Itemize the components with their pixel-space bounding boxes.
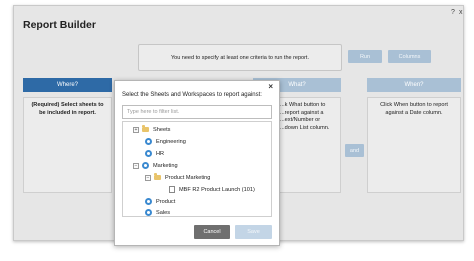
tree-item-label: MBF R2 Product Launch (101) xyxy=(179,186,255,193)
sheet-tree: + Sheets Engineering HR − Marketing − Pr… xyxy=(122,121,272,217)
tree-item-label: Sales xyxy=(156,209,170,216)
collapse-icon[interactable]: − xyxy=(133,162,139,169)
tree-item-engineering[interactable]: Engineering xyxy=(145,136,186,147)
cancel-button[interactable]: Cancel xyxy=(194,225,230,239)
tree-item-label: Engineering xyxy=(156,138,186,145)
tree-item-label: Sheets xyxy=(153,126,171,133)
tree-item-sales[interactable]: Sales xyxy=(145,207,170,216)
tree-item-mbf-r2-product-launch[interactable]: MBF R2 Product Launch (101) xyxy=(169,184,255,195)
columns-button[interactable]: Columns xyxy=(388,50,431,63)
sheet-icon xyxy=(169,186,175,193)
close-icon[interactable]: x xyxy=(459,9,463,16)
expand-icon[interactable]: + xyxy=(133,126,139,133)
tree-item-label: Marketing xyxy=(153,162,178,169)
criteria-notice: You need to specify at least one criteri… xyxy=(138,44,342,71)
select-sheets-dialog: × Select the Sheets and Workspaces to re… xyxy=(114,80,280,246)
folder-icon xyxy=(142,125,149,132)
where-criteria-box: (Required) Select sheets to be included … xyxy=(23,97,112,193)
filter-input[interactable] xyxy=(122,105,272,119)
help-icon[interactable]: ? xyxy=(451,9,455,16)
collapse-icon[interactable]: − xyxy=(145,174,151,181)
tree-item-label: Product Marketing xyxy=(165,174,211,181)
workspace-icon xyxy=(145,209,152,216)
workspace-icon xyxy=(142,162,149,169)
save-button[interactable]: Save xyxy=(235,225,272,239)
dialog-instruction: Select the Sheets and Workspaces to repo… xyxy=(122,92,262,98)
where-button[interactable]: Where? xyxy=(23,78,112,92)
tree-item-product-marketing[interactable]: − Product Marketing xyxy=(145,172,210,183)
tree-item-label: Product xyxy=(156,198,176,205)
tree-item-product[interactable]: Product xyxy=(145,196,175,207)
tree-item-sheets[interactable]: + Sheets xyxy=(133,124,170,135)
workspace-icon xyxy=(145,150,152,157)
workspace-icon xyxy=(145,138,152,145)
tree-item-hr[interactable]: HR xyxy=(145,148,164,159)
dialog-close-icon[interactable]: × xyxy=(268,82,273,91)
folder-icon xyxy=(154,173,161,180)
tree-item-label: HR xyxy=(156,150,165,157)
run-button[interactable]: Run xyxy=(348,50,382,63)
when-criteria-box: Click When button to report against a Da… xyxy=(367,97,461,193)
window-title: Report Builder xyxy=(23,19,96,31)
workspace-icon xyxy=(145,198,152,205)
and-button[interactable]: and xyxy=(345,144,364,157)
when-button[interactable]: When? xyxy=(367,78,461,92)
tree-item-marketing[interactable]: − Marketing xyxy=(133,160,178,171)
